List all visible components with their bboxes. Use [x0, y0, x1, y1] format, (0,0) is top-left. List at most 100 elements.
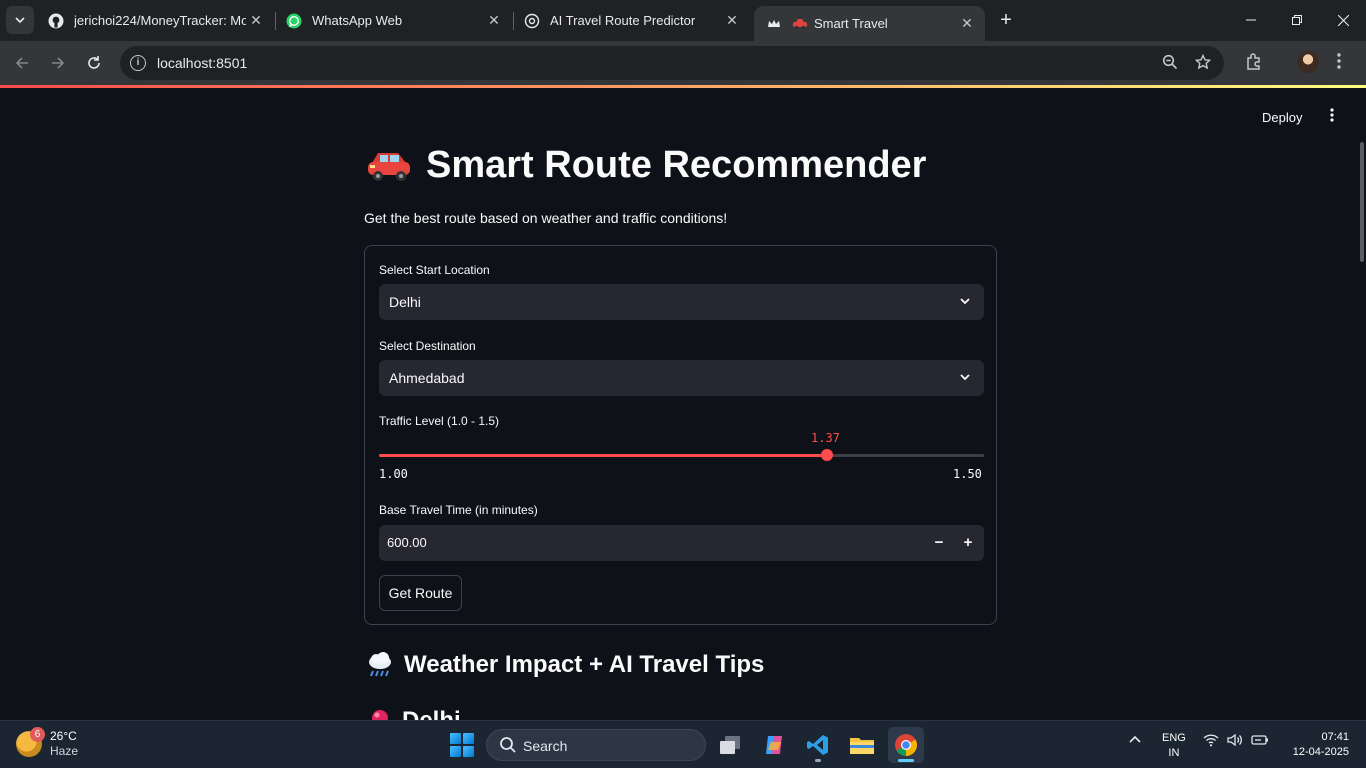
language-indicator[interactable]: ENG IN	[1162, 731, 1186, 761]
base-time-label: Base Travel Time (in minutes)	[379, 503, 538, 517]
file-explorer-icon[interactable]	[844, 727, 880, 763]
restore-button[interactable]	[1274, 0, 1320, 40]
windows-taskbar: 6 26°C Haze Search ENG IN 07:41 12-04-20…	[0, 720, 1366, 768]
traffic-slider-track[interactable]	[379, 449, 984, 461]
minimize-icon	[1246, 19, 1256, 21]
notification-badge: 6	[30, 727, 45, 742]
traffic-slider-fill	[379, 454, 827, 457]
tab-label: AI Travel Route Predictor	[550, 13, 696, 28]
copilot-icon[interactable]	[756, 727, 792, 763]
tab-label: Smart Travel	[814, 16, 888, 31]
battery-icon[interactable]	[1251, 733, 1269, 750]
address-bar[interactable]: i localhost:8501	[120, 46, 1224, 80]
clock-date: 12-04-2025	[1292, 746, 1349, 758]
streamlit-app: Deploy Smart Route Recommender Get the b…	[0, 88, 1366, 720]
chrome-icon[interactable]	[888, 727, 924, 763]
system-clock[interactable]: 07:41 12-04-2025	[1283, 730, 1349, 760]
chevron-down-icon	[960, 374, 970, 381]
browser-tab-bar: jerichoi224/MoneyTracker: Mon ✕ WhatsApp…	[0, 0, 1366, 41]
pin-icon	[370, 709, 390, 720]
route-form: Select Start Location Delhi Select Desti…	[364, 245, 997, 625]
traffic-slider-min: 1.00	[379, 467, 408, 481]
search-icon	[500, 737, 516, 753]
browser-toolbar: i localhost:8501	[0, 41, 1366, 85]
crown-icon	[766, 16, 782, 32]
search-label: Search	[523, 738, 568, 754]
tab-whatsapp[interactable]: WhatsApp Web ✕	[274, 0, 512, 41]
traffic-slider-thumb[interactable]	[820, 449, 833, 461]
temperature: 26°C	[50, 729, 77, 743]
arrow-left-icon	[15, 57, 28, 69]
clock-time: 07:41	[1321, 731, 1349, 743]
app-menu-icon[interactable]	[1322, 108, 1342, 127]
profile-avatar[interactable]	[1297, 51, 1319, 73]
increment-button[interactable]: +	[954, 531, 982, 555]
section-heading: Weather Impact + AI Travel Tips	[366, 651, 764, 679]
bookmark-star-icon[interactable]	[1194, 53, 1212, 75]
city-heading-text: Delhi	[402, 707, 461, 720]
restore-icon	[1292, 15, 1302, 25]
site-info-icon[interactable]: i	[130, 55, 146, 71]
close-window-button[interactable]	[1320, 0, 1366, 40]
wifi-icon[interactable]	[1203, 733, 1219, 750]
close-icon[interactable]: ✕	[722, 12, 742, 29]
tab-label: WhatsApp Web	[312, 13, 403, 28]
destination-select[interactable]: Ahmedabad	[379, 360, 984, 396]
base-time-input[interactable]: 600.00 − +	[379, 525, 984, 561]
tab-ai-travel[interactable]: AI Travel Route Predictor ✕	[512, 0, 750, 41]
tab-label: jerichoi224/MoneyTracker: Mon	[74, 13, 246, 28]
weather-widget[interactable]: 6 26°C Haze	[16, 727, 78, 759]
page-subtitle: Get the best route based on weather and …	[364, 210, 728, 226]
url-text: localhost:8501	[157, 55, 248, 71]
github-icon	[48, 13, 64, 29]
tab-smart-travel[interactable]: Smart Travel ✕	[754, 6, 985, 41]
close-icon[interactable]: ✕	[246, 12, 266, 29]
windows-start-icon[interactable]	[450, 733, 474, 757]
extensions-icon[interactable]	[1245, 52, 1263, 75]
forward-button[interactable]	[45, 50, 71, 76]
base-time-value: 600.00	[387, 535, 427, 550]
decrement-button[interactable]: −	[925, 531, 953, 555]
chevron-up-icon[interactable]	[1128, 733, 1142, 750]
browser-menu-icon[interactable]	[1336, 52, 1342, 75]
close-icon	[1337, 14, 1349, 26]
start-location-value: Delhi	[389, 294, 421, 310]
volume-icon[interactable]	[1227, 733, 1243, 750]
openai-icon	[524, 13, 540, 29]
rain-cloud-icon	[366, 651, 394, 679]
tab-search-button[interactable]	[6, 6, 34, 34]
destination-label: Select Destination	[379, 339, 476, 353]
close-icon[interactable]: ✕	[484, 12, 504, 29]
whatsapp-icon	[286, 13, 302, 29]
zoom-icon[interactable]	[1162, 54, 1178, 75]
section-heading-text: Weather Impact + AI Travel Tips	[404, 651, 765, 678]
new-tab-button[interactable]: +	[994, 8, 1018, 32]
reload-icon	[88, 56, 100, 69]
page-title: Smart Route Recommender	[366, 144, 926, 187]
taskbar-search[interactable]: Search	[486, 729, 706, 761]
car-emoji-icon	[366, 149, 412, 183]
traffic-level-label: Traffic Level (1.0 - 1.5)	[379, 414, 500, 428]
running-indicator	[898, 759, 914, 762]
page-title-text: Smart Route Recommender	[426, 144, 927, 186]
tab-github[interactable]: jerichoi224/MoneyTracker: Mon ✕	[36, 0, 274, 41]
minimize-button[interactable]	[1228, 0, 1274, 40]
traffic-slider-max: 1.50	[953, 467, 982, 481]
page-scrollbar[interactable]	[1360, 142, 1364, 262]
traffic-slider-value: 1.37	[811, 431, 840, 445]
back-button[interactable]	[9, 50, 35, 76]
deploy-button[interactable]: Deploy	[1262, 110, 1302, 125]
vscode-icon[interactable]	[800, 727, 836, 763]
arrow-right-icon	[52, 57, 65, 69]
weather-text: 26°C Haze	[50, 729, 78, 759]
get-route-button[interactable]: Get Route	[379, 575, 462, 611]
chevron-down-icon	[960, 298, 970, 305]
reload-button[interactable]	[81, 50, 107, 76]
running-indicator	[815, 759, 821, 762]
region-code: IN	[1168, 747, 1180, 759]
start-location-label: Select Start Location	[379, 263, 490, 277]
start-location-select[interactable]: Delhi	[379, 284, 984, 320]
close-icon[interactable]: ✕	[957, 15, 977, 32]
task-view-icon[interactable]	[712, 727, 748, 763]
city-heading: Delhi	[370, 707, 461, 720]
